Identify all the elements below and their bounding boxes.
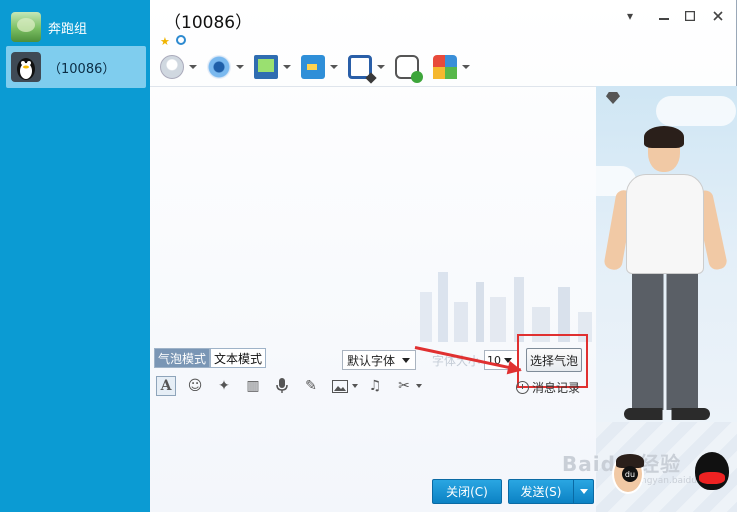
screen-share-button[interactable] (254, 52, 295, 82)
close-window-button[interactable] (710, 8, 726, 24)
font-icon[interactable]: A (156, 376, 176, 396)
emoji-icon[interactable]: ☺ (185, 376, 205, 396)
status-icon[interactable] (176, 35, 186, 45)
music-icon[interactable]: ♫ (365, 376, 385, 396)
send-options-chevron-icon[interactable] (573, 480, 593, 503)
chevron-down-icon[interactable] (352, 384, 358, 388)
chat-window: （10086） ★ ▾ 气泡模式 文本模式 默认字体 字体大小 10 选择气泡 … (150, 0, 737, 512)
send-button[interactable]: 发送(S) (508, 479, 594, 504)
mini-avatar: du (612, 454, 644, 494)
chevron-down-icon[interactable] (377, 65, 385, 69)
voice-call-button[interactable] (160, 52, 201, 82)
file-transfer-button[interactable] (301, 52, 342, 82)
chat-title: （10086） (164, 13, 253, 33)
file-transfer-icon (301, 55, 325, 79)
qq-penguin-icon (695, 452, 729, 490)
du-badge: du (622, 466, 638, 482)
message-history[interactable] (150, 86, 596, 342)
chevron-down-icon[interactable] (189, 65, 197, 69)
chevron-down-icon (402, 358, 410, 363)
tab-bubble-mode[interactable]: 气泡模式 (154, 348, 211, 368)
new-chat-icon (395, 55, 423, 83)
chevron-down-icon[interactable]: ▾ (622, 8, 638, 24)
font-family-select[interactable]: 默认字体 (342, 350, 416, 370)
format-toolbar: A ☺ ✦ ▥ ✎ ♫ ✂ (156, 376, 422, 396)
webcam-icon (207, 55, 231, 79)
microphone-icon (160, 55, 184, 79)
star-icon[interactable]: ★ (160, 35, 170, 48)
city-skyline-decoration (420, 262, 596, 342)
chevron-down-icon[interactable] (462, 65, 470, 69)
note-icon[interactable]: ✎ (301, 376, 321, 396)
magic-icon[interactable]: ✦ (214, 376, 234, 396)
cloud-decoration (656, 96, 736, 126)
scissors-icon[interactable]: ✂ (394, 376, 422, 396)
apps-button[interactable] (433, 52, 474, 82)
group-avatar (11, 12, 41, 42)
voice-icon[interactable] (272, 376, 292, 396)
sidebar-item-group[interactable]: 奔跑组 (6, 6, 146, 48)
tab-text-mode[interactable]: 文本模式 (210, 348, 267, 368)
font-family-value: 默认字体 (347, 353, 396, 368)
chevron-down-icon[interactable] (330, 65, 338, 69)
sidebar-item-label: （10086） (48, 61, 116, 77)
remote-desktop-icon (348, 55, 372, 79)
diamond-icon[interactable] (606, 92, 620, 104)
sidebar-item-contact[interactable]: （10086） (6, 46, 146, 88)
message-history-link[interactable]: 消息记录 (516, 379, 580, 396)
send-label: 发送(S) (520, 485, 562, 499)
new-chat-button[interactable] (395, 52, 423, 83)
annotation-arrow-head (506, 360, 524, 378)
mode-switch: 气泡模式 文本模式 (154, 348, 267, 368)
chevron-down-icon[interactable] (416, 384, 422, 388)
apps-icon (433, 55, 457, 79)
chat-toolbar (160, 52, 474, 83)
history-label: 消息记录 (532, 381, 581, 395)
chevron-down-icon[interactable] (236, 65, 244, 69)
image-icon[interactable] (330, 376, 358, 396)
snapshot-icon[interactable]: ▥ (243, 376, 263, 396)
close-button[interactable]: 关闭(C) (432, 479, 502, 504)
clock-icon (516, 381, 529, 394)
video-call-button[interactable] (207, 52, 248, 82)
minimize-button[interactable] (656, 8, 672, 24)
qq-penguin-avatar (11, 52, 41, 82)
remote-desktop-button[interactable] (348, 52, 389, 82)
sidebar-item-label: 奔跑组 (48, 21, 88, 37)
maximize-button[interactable] (682, 8, 698, 24)
screen-share-icon (254, 55, 278, 79)
chevron-down-icon[interactable] (283, 65, 291, 69)
avatar-figure (603, 126, 729, 430)
contact-sidebar: 奔跑组 （10086） (0, 0, 150, 512)
